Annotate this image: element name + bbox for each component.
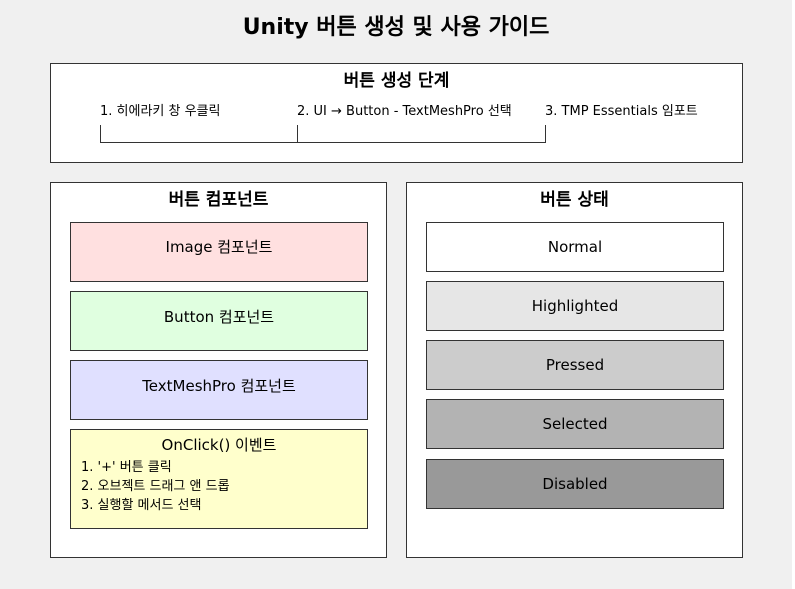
onclick-step-2: 2. 오브젝트 드래그 앤 드롭 [81, 479, 230, 494]
state-selected: Selected [426, 399, 724, 449]
image-component-label: Image 컴포넌트 [165, 238, 273, 256]
textmeshpro-component-label: TextMeshPro 컴포넌트 [142, 377, 296, 395]
textmeshpro-component-box: TextMeshPro 컴포넌트 [70, 360, 368, 420]
onclick-event-title: OnClick() 이벤트 [161, 436, 277, 454]
connector-line [100, 142, 546, 143]
steps-panel: 버튼 생성 단계 1. 히에라키 창 우클릭 2. UI → Button - … [50, 63, 743, 163]
states-panel: 버튼 상태 Normal Highlighted Pressed Selecte… [406, 182, 743, 558]
state-highlighted: Highlighted [426, 281, 724, 331]
steps-panel-title: 버튼 생성 단계 [343, 71, 450, 91]
connector-tick-3 [545, 125, 546, 143]
onclick-step-3: 3. 실행할 메서드 선택 [81, 498, 202, 513]
connector-tick-1 [100, 125, 101, 143]
step-1: 1. 히에라키 창 우클릭 [100, 104, 221, 119]
step-2: 2. UI → Button - TextMeshPro 선택 [297, 104, 512, 119]
button-component-box: Button 컴포넌트 [70, 291, 368, 351]
components-panel-title: 버튼 컴포넌트 [168, 190, 269, 210]
connector-tick-2 [297, 125, 298, 143]
diagram-title: Unity 버튼 생성 및 사용 가이드 [242, 15, 550, 40]
state-disabled: Disabled [426, 459, 724, 509]
diagram-canvas: Unity 버튼 생성 및 사용 가이드 버튼 생성 단계 1. 히에라키 창 … [0, 0, 792, 589]
onclick-step-1: 1. '+' 버튼 클릭 [81, 460, 172, 475]
image-component-box: Image 컴포넌트 [70, 222, 368, 282]
components-panel: 버튼 컴포넌트 Image 컴포넌트 Button 컴포넌트 TextMeshP… [50, 182, 387, 558]
states-panel-title: 버튼 상태 [540, 190, 609, 210]
onclick-event-box: OnClick() 이벤트 1. '+' 버튼 클릭 2. 오브젝트 드래그 앤… [70, 429, 368, 529]
state-normal: Normal [426, 222, 724, 272]
step-3: 3. TMP Essentials 임포트 [545, 104, 698, 119]
state-pressed: Pressed [426, 340, 724, 390]
button-component-label: Button 컴포넌트 [163, 308, 275, 326]
